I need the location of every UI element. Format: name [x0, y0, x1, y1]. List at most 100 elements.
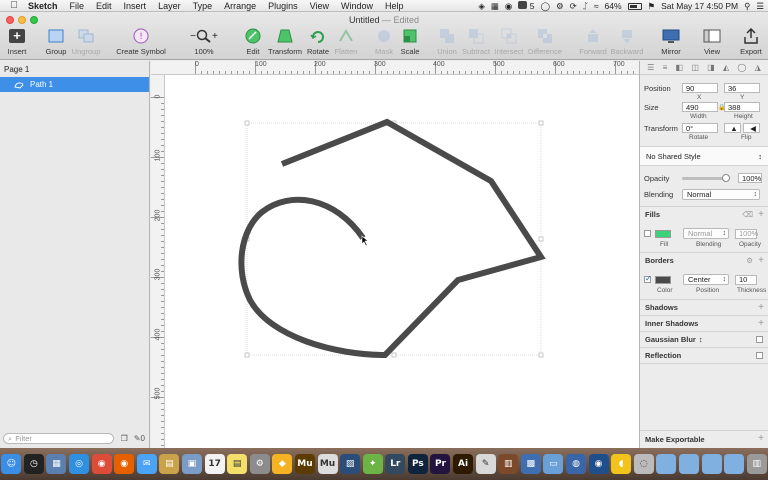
- gear-icon[interactable]: ⚙: [746, 256, 753, 265]
- status-app-icon[interactable]: ◈: [478, 1, 485, 12]
- wifi-icon[interactable]: ≈: [594, 1, 599, 11]
- fill-opacity-field[interactable]: 100%: [735, 228, 758, 239]
- align-bottom-icon[interactable]: ◮: [755, 63, 761, 72]
- dock-firefox-icon[interactable]: ◉: [114, 454, 135, 474]
- page-selector[interactable]: Page 1: [4, 65, 29, 74]
- dock-globe-app-icon[interactable]: ◉: [588, 454, 609, 474]
- status-sync-icon[interactable]: ⟳: [570, 1, 577, 12]
- dock-finder-icon[interactable]: ☺: [1, 454, 22, 474]
- handle-top-right[interactable]: [538, 120, 544, 126]
- dock-muse-2-icon[interactable]: Mu: [317, 454, 338, 474]
- dock-folder-app-icon[interactable]: ▭: [543, 454, 564, 474]
- border-position-select[interactable]: Center: [683, 274, 729, 285]
- status-gear-icon[interactable]: ⚙: [556, 1, 564, 12]
- dock-book-app-icon[interactable]: ▥: [498, 454, 519, 474]
- position-y-field[interactable]: 36: [724, 83, 760, 93]
- dock-premiere-icon[interactable]: Pr: [430, 454, 451, 474]
- dock-preview-icon[interactable]: ▣: [182, 454, 202, 474]
- menu-edit[interactable]: Edit: [90, 1, 118, 11]
- align-right-icon[interactable]: ◨: [707, 63, 715, 72]
- handle-middle-right[interactable]: [538, 236, 544, 242]
- reflection-checkbox[interactable]: [756, 352, 763, 359]
- ungroup-button[interactable]: Ungroup: [63, 28, 109, 58]
- dock-stickies-icon[interactable]: ▤: [227, 454, 248, 474]
- dock-photo-app-icon[interactable]: ▨: [340, 454, 361, 474]
- distribute-vertical-icon[interactable]: ≡: [663, 63, 668, 72]
- bluetooth-icon[interactable]: ᛢ: [583, 1, 588, 11]
- position-x-field[interactable]: 90: [682, 83, 718, 93]
- dock-utility-app-icon[interactable]: ◌: [633, 454, 654, 474]
- menu-window[interactable]: Window: [335, 1, 379, 11]
- status-dot-icon[interactable]: ◉: [505, 1, 512, 12]
- edit-count-icon[interactable]: ✎0: [134, 434, 145, 443]
- reflection-section[interactable]: Reflection: [640, 347, 768, 363]
- opacity-slider[interactable]: [682, 173, 730, 182]
- fill-color-swatch[interactable]: [655, 229, 671, 238]
- dock-dashboard-icon[interactable]: ◷: [23, 454, 44, 474]
- battery-percent[interactable]: 64%: [604, 1, 621, 11]
- menu-file[interactable]: File: [64, 1, 91, 11]
- opacity-slider-knob[interactable]: [722, 173, 730, 182]
- dock-folder-1-icon[interactable]: [656, 454, 677, 474]
- border-enabled-checkbox[interactable]: [644, 274, 652, 283]
- dock-safari-icon[interactable]: ◎: [69, 454, 90, 474]
- handle-top-left[interactable]: [244, 120, 250, 126]
- gaussian-blur-checkbox[interactable]: [756, 336, 763, 343]
- clock[interactable]: Sat May 17 4:50 PM: [661, 1, 738, 11]
- menu-view[interactable]: View: [304, 1, 335, 11]
- opacity-field[interactable]: 100%: [738, 173, 762, 183]
- menu-layer[interactable]: Layer: [152, 1, 187, 11]
- path-1-shape[interactable]: [238, 118, 546, 359]
- blending-select[interactable]: Normal: [682, 189, 760, 200]
- difference-button[interactable]: Difference: [522, 28, 568, 58]
- align-left-icon[interactable]: ◧: [676, 63, 684, 72]
- dock-notes-icon[interactable]: ▤: [159, 454, 180, 474]
- page-stack-icon[interactable]: ❐: [121, 434, 128, 443]
- spotlight-icon[interactable]: ⚲: [744, 1, 750, 12]
- menu-insert[interactable]: Insert: [118, 1, 153, 11]
- selection-handles[interactable]: [244, 120, 544, 358]
- zoom-in-button[interactable]: +: [212, 31, 218, 42]
- dock-trash-icon[interactable]: ▥: [746, 454, 767, 474]
- dock-illustrator-icon[interactable]: Ai: [453, 454, 474, 474]
- canvas[interactable]: [165, 75, 639, 448]
- align-middle-icon[interactable]: ◯: [737, 63, 746, 72]
- dock-folder-2-icon[interactable]: [678, 454, 699, 474]
- add-border-icon[interactable]: +: [758, 255, 764, 266]
- status-notification[interactable]: 5: [518, 1, 534, 11]
- gaussian-blur-section[interactable]: Gaussian Blur ↕: [640, 331, 768, 347]
- dock-stats-app-icon[interactable]: ▩: [520, 454, 541, 474]
- shared-style-select[interactable]: No Shared Style ↕: [640, 146, 768, 166]
- dock-photoshop-icon[interactable]: Ps: [407, 454, 428, 474]
- dock-lightroom-icon[interactable]: Lr: [385, 454, 406, 474]
- make-exportable-section[interactable]: Make Exportable +: [640, 430, 768, 448]
- dock-system-preferences-icon[interactable]: ⚙: [249, 454, 270, 474]
- dock-mission-control-icon[interactable]: ▦: [46, 454, 67, 474]
- add-shadow-icon[interactable]: +: [758, 302, 764, 313]
- border-color-swatch[interactable]: [655, 275, 671, 284]
- dock-messages-icon[interactable]: ✉: [136, 454, 157, 474]
- add-fill-icon[interactable]: +: [758, 209, 764, 220]
- export-button[interactable]: Export: [728, 28, 768, 58]
- menu-arrange[interactable]: Arrange: [218, 1, 262, 11]
- distribute-horizontal-icon[interactable]: ☰: [647, 63, 654, 72]
- handle-bottom-right[interactable]: [538, 352, 544, 358]
- menu-plugins[interactable]: Plugins: [262, 1, 304, 11]
- align-center-icon[interactable]: ◫: [691, 63, 699, 72]
- status-app2-icon[interactable]: ◯: [540, 1, 550, 12]
- apple-logo-icon[interactable]: : [6, 0, 22, 11]
- fill-enabled-checkbox[interactable]: [644, 230, 651, 237]
- filter-input[interactable]: ⌕ Filter: [3, 433, 114, 444]
- add-export-icon[interactable]: +: [758, 433, 764, 444]
- status-bar-icon[interactable]: ▦: [491, 1, 499, 12]
- dock-muse-icon[interactable]: Mu: [294, 454, 315, 474]
- dock-network-app-icon[interactable]: ◍: [566, 454, 586, 474]
- align-top-icon[interactable]: ◭: [723, 63, 729, 72]
- mirror-button[interactable]: Mirror: [648, 28, 694, 58]
- notification-center-icon[interactable]: ☰: [756, 1, 764, 12]
- flag-icon[interactable]: ⚑: [648, 1, 656, 12]
- rotate-field[interactable]: 0°: [682, 123, 718, 133]
- menu-type[interactable]: Type: [187, 1, 219, 11]
- dock-pencil-app-icon[interactable]: ✎: [475, 454, 496, 474]
- layer-row-path-1[interactable]: Path 1: [0, 77, 149, 92]
